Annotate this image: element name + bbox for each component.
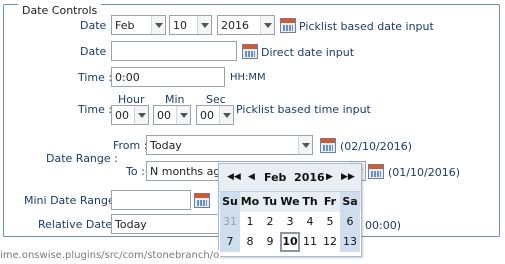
second-value: 00 (200, 109, 214, 122)
day-name: Th (302, 195, 318, 208)
year-value: 2016 (221, 19, 249, 32)
calendar-icon[interactable] (280, 18, 296, 33)
minute-select[interactable]: 00 (153, 105, 191, 125)
calendar-day[interactable]: 7 (220, 232, 240, 252)
chevron-down-icon (260, 16, 274, 34)
calendar-day-selected[interactable]: 10 (280, 232, 300, 252)
time-format-hint: HH:MM (230, 72, 266, 83)
relative-date-suffix: 00:00) (365, 219, 401, 232)
panel-legend: Date Controls (18, 4, 102, 17)
month-select[interactable]: Feb (111, 15, 166, 35)
mini-date-range-input[interactable] (111, 190, 191, 210)
chevron-down-icon (298, 136, 312, 154)
day-value: 10 (173, 19, 187, 32)
to-label: To : (126, 165, 145, 178)
hour-select[interactable]: 00 (111, 105, 149, 125)
calendar-day[interactable]: 3 (280, 212, 300, 232)
status-url: ime.onswise.plugins/src/com/stonebranch/… (0, 250, 220, 264)
month-value: Feb (115, 19, 135, 32)
calendar-day[interactable]: 9 (260, 232, 280, 252)
to-result: (01/10/2016) (388, 166, 460, 179)
calendar-day[interactable]: 8 (240, 232, 260, 252)
from-select[interactable]: Today (146, 135, 313, 155)
second-select[interactable]: 00 (196, 105, 234, 125)
calendar-day[interactable]: 5 (320, 212, 340, 232)
calendar-day[interactable]: 12 (320, 232, 340, 252)
date-range-label: Date Range : (46, 152, 118, 165)
chevron-down-icon (151, 16, 165, 34)
chevron-down-icon (134, 106, 148, 124)
calendar-header: ◀◀ ◀ Feb 2016 ▶ ▶▶ (219, 164, 361, 192)
direct-date-input[interactable] (111, 41, 237, 61)
calendar-popup: ◀◀ ◀ Feb 2016 ▶ ▶▶ Su Mo Tu We Th Fr Sa … (218, 163, 362, 257)
time-input[interactable]: 0:00 (111, 67, 225, 87)
day-name: Sa (340, 192, 360, 212)
chevron-down-icon (219, 106, 233, 124)
calendar-day[interactable]: 11 (300, 232, 320, 252)
calendar-day[interactable]: 1 (240, 212, 260, 232)
year-select[interactable]: 2016 (217, 15, 275, 35)
calendar-icon[interactable] (242, 44, 258, 59)
calendar-day[interactable]: 6 (340, 212, 360, 232)
day-name: Mo (240, 195, 260, 208)
from-value: Today (150, 139, 182, 152)
direct-date-label: Date : (80, 45, 114, 58)
next-year-icon[interactable]: ▶▶ (341, 172, 355, 182)
next-month-icon[interactable]: ▶ (326, 172, 333, 182)
prev-year-icon[interactable]: ◀◀ (227, 172, 241, 182)
calendar-day-names: Su Mo Tu We Th Fr Sa (219, 192, 361, 212)
calendar-month-year: Feb 2016 (264, 171, 325, 184)
hour-value: 00 (115, 109, 129, 122)
date-picklist-label: Date : (80, 19, 114, 32)
calendar-day[interactable]: 4 (300, 212, 320, 232)
relative-date-label: Relative Date : (38, 218, 120, 231)
calendar-icon[interactable] (368, 164, 384, 179)
direct-date-note: Direct date input (261, 46, 355, 59)
chevron-down-icon (176, 106, 190, 124)
picklist-date-note: Picklist based date input (299, 20, 434, 33)
day-select[interactable]: 10 (169, 15, 212, 35)
day-name: Tu (262, 195, 278, 208)
relative-date-input[interactable]: Today (111, 214, 223, 234)
mini-date-range-label: Mini Date Range : (24, 194, 122, 207)
to-value: N months ago (150, 165, 228, 178)
day-name: We (280, 195, 300, 208)
picklist-time-note: Picklist based time input (236, 103, 371, 116)
day-name: Su (220, 192, 240, 212)
calendar-icon[interactable] (320, 138, 336, 153)
minute-value: 00 (157, 109, 171, 122)
chevron-down-icon (197, 16, 211, 34)
day-name: Fr (323, 195, 337, 208)
time-label: Time : (78, 71, 113, 84)
picklist-time-label: Time : (78, 103, 113, 116)
calendar-day[interactable]: 2 (260, 212, 280, 232)
calendar-day[interactable]: 31 (220, 212, 240, 232)
calendar-day[interactable]: 13 (340, 232, 360, 252)
prev-month-icon[interactable]: ◀ (248, 172, 255, 182)
from-result: (02/10/2016) (340, 140, 412, 153)
from-label: From : (113, 139, 148, 152)
calendar-icon[interactable] (194, 193, 210, 208)
